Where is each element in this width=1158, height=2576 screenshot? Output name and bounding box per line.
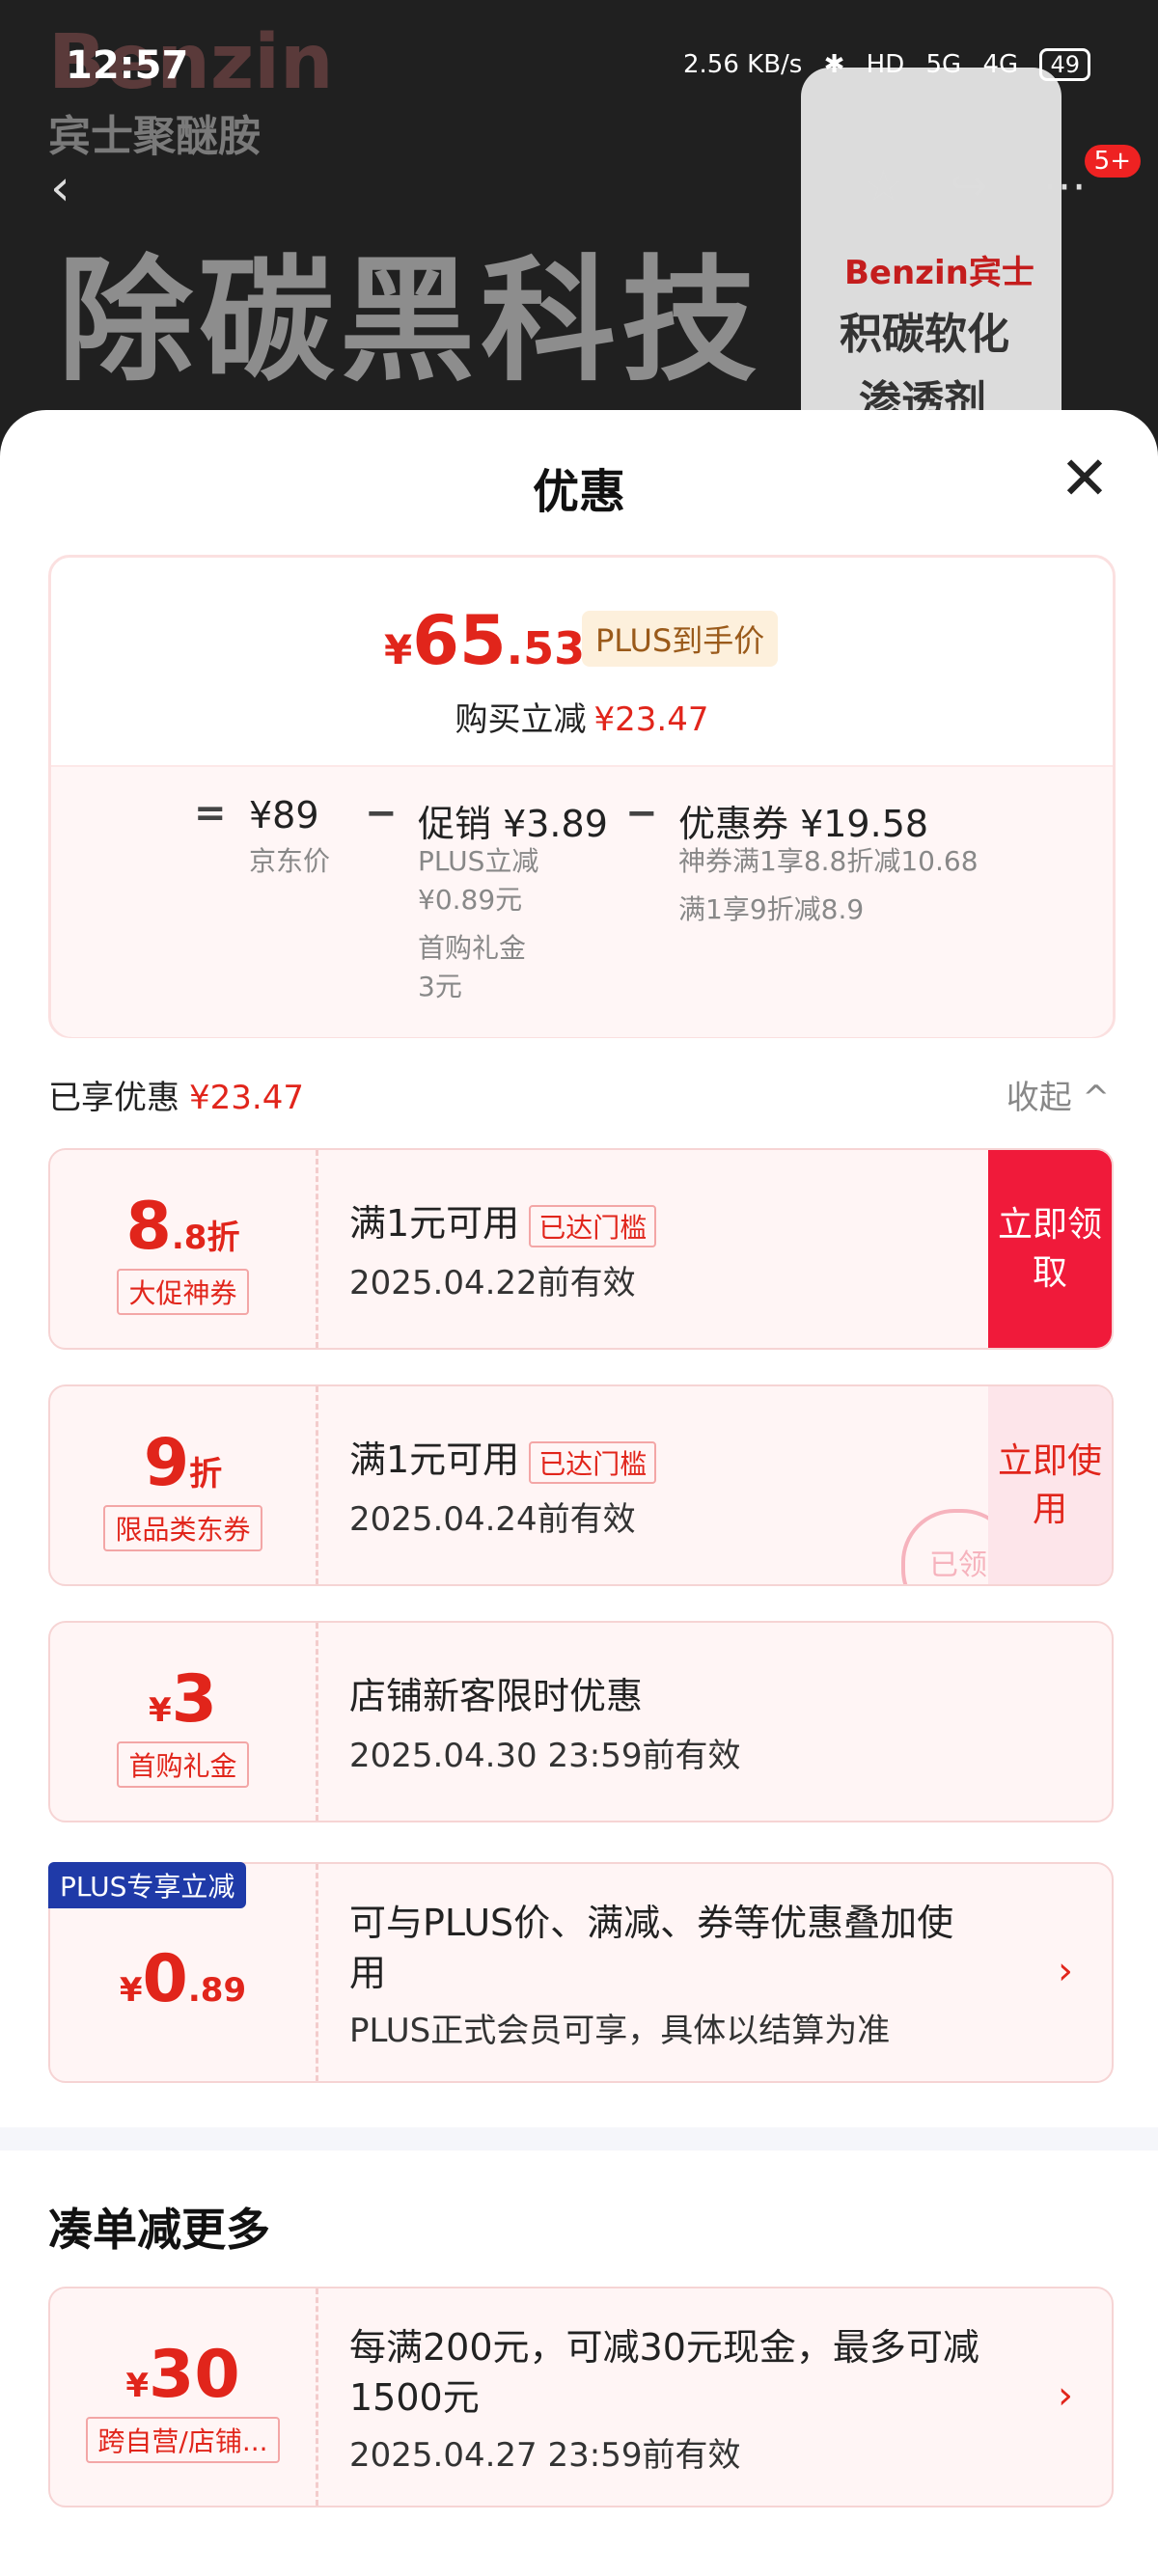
price-breakdown: = ¥89 京东价 − 促销 ¥3.89 PLUS立减 ¥0.89元 首购礼金 … xyxy=(51,765,1113,1037)
plus-description-cont: 用 xyxy=(349,1952,387,1994)
minus-sign-2: − xyxy=(625,791,658,836)
coupon-amount: 8.8折 xyxy=(125,1189,240,1265)
net-speed: 2.56 KB/s xyxy=(682,50,803,79)
coupon-detail-2: 满1享9折减8.9 xyxy=(678,893,865,925)
collapse-button[interactable]: 收起 ^ xyxy=(1006,1071,1110,1118)
coupon-type-tag: 大促神券 xyxy=(117,1269,249,1315)
can-line1: 积碳软化 xyxy=(840,310,1009,359)
share-icon[interactable]: ↪ xyxy=(951,159,988,211)
gift-description: 店铺新客限时优惠 xyxy=(349,1675,644,1717)
coupon-validity: 2025.04.22前有效 xyxy=(349,1264,636,1302)
chevron-right-icon: › xyxy=(1058,2373,1073,2418)
cross-store-discount-card[interactable]: ¥30 跨自营/店铺... 每满200元，可减30元现金，最多可减 1500元 … xyxy=(48,2287,1114,2507)
close-icon[interactable]: ✕ xyxy=(1060,449,1110,508)
plus-amount: ¥0.89 xyxy=(119,1941,247,2017)
promo-total: 促销 ¥3.89 xyxy=(418,803,608,845)
jd-price-label: 京东价 xyxy=(249,845,331,877)
status-bar: 12:57 2.56 KB/s ✱ HD 5G 4G 49 xyxy=(0,0,1158,135)
jd-price: ¥89 xyxy=(249,794,319,836)
gift-validity: 2025.04.30 23:59前有效 xyxy=(349,1737,741,1775)
gift-amount: ¥3 xyxy=(149,1661,217,1738)
plus-description: 可与PLUS价、满减、券等优惠叠加使 xyxy=(349,1902,954,1944)
discount-type-tag: 跨自营/店铺... xyxy=(86,2417,280,2463)
coupon-card-super: 8.8折 大促神券 满1元可用 已达门槛 2025.04.22前有效 立即领取 xyxy=(48,1148,1114,1350)
notification-badge: 5+ xyxy=(1084,145,1141,178)
claim-now-button[interactable]: 立即领取 xyxy=(988,1150,1112,1348)
coupon-total: 优惠券 ¥19.58 xyxy=(678,803,929,845)
chevron-right-icon: › xyxy=(1058,1949,1073,1993)
plus-price-tag: PLUS到手价 xyxy=(582,611,779,667)
promo-plus-reduce: PLUS立减 xyxy=(418,845,539,877)
status-icons: 2.56 KB/s ✱ HD 5G 4G 49 xyxy=(670,48,1090,81)
more-discount-title: 凑单减更多 xyxy=(48,2204,270,2256)
coupon-validity: 2025.04.24前有效 xyxy=(349,1500,636,1539)
plus-note: PLUS正式会员可享，具体以结算为准 xyxy=(349,2012,891,2050)
use-now-button[interactable]: 立即使用 xyxy=(988,1386,1112,1584)
plus-exclusive-banner: PLUS专享立减 xyxy=(48,1862,247,1908)
gift-type-tag: 首购礼金 xyxy=(117,1741,249,1788)
sheet-title: 优惠 xyxy=(532,465,625,519)
discount-description-cont: 1500元 xyxy=(349,2376,480,2419)
coupon-condition: 满1元可用 已达门槛 xyxy=(349,1430,657,1484)
favorite-star-icon[interactable]: ☆ xyxy=(864,159,903,211)
signal-4g-icon: 4G xyxy=(982,50,1019,79)
status-time: 12:57 xyxy=(66,43,189,88)
coupon-card-category: 9折 限品类东券 满1元可用 已达门槛 2025.04.24前有效 已领 立即使用 xyxy=(48,1384,1114,1586)
coupon-type-tag: 限品类东券 xyxy=(103,1505,262,1551)
promo-first-gift-value: 3元 xyxy=(418,971,462,1002)
battery-icon: 49 xyxy=(1039,48,1090,81)
discount-amount: ¥30 xyxy=(125,2337,240,2413)
hd-badge: HD xyxy=(866,50,905,79)
bg-headline: 除碳黑科技 xyxy=(58,243,763,400)
more-icon[interactable]: ⋯ xyxy=(1042,159,1087,211)
enjoyed-discount: 已享优惠 ¥23.47 xyxy=(48,1079,304,1117)
price-summary-card: ¥65.53 PLUS到手价 购买立减 ¥23.47 = ¥89 京东价 − 促销… xyxy=(48,555,1116,1038)
coupon-condition: 满1元可用 已达门槛 xyxy=(349,1193,657,1247)
section-divider xyxy=(0,2127,1158,2151)
coupon-detail-1: 神券满1享8.8折减10.68 xyxy=(678,845,979,877)
final-price: ¥65.53 xyxy=(384,601,586,680)
top-nav: ‹ ☆ ↪ ⋯ 5+ xyxy=(0,145,1158,232)
discount-description: 每满200元，可减30元现金，最多可减 xyxy=(349,2326,979,2369)
discount-validity: 2025.04.27 23:59前有效 xyxy=(349,2436,741,2475)
promo-plus-reduce-value: ¥0.89元 xyxy=(418,884,523,916)
signal-5g-icon: 5G xyxy=(925,50,962,79)
bluetooth-icon: ✱ xyxy=(823,50,845,79)
purchase-reduce: 购买立减 ¥23.47 xyxy=(455,700,709,739)
can-brand: Benzin宾士 xyxy=(844,254,1034,292)
coupon-amount: 9折 xyxy=(143,1425,223,1501)
minus-sign: − xyxy=(365,791,398,836)
back-button[interactable]: ‹ xyxy=(50,159,70,217)
equals-sign: = xyxy=(194,791,227,836)
first-purchase-gift-card: ¥3 首购礼金 店铺新客限时优惠 2025.04.30 23:59前有效 xyxy=(48,1621,1114,1822)
promo-first-gift: 首购礼金 xyxy=(418,932,527,964)
